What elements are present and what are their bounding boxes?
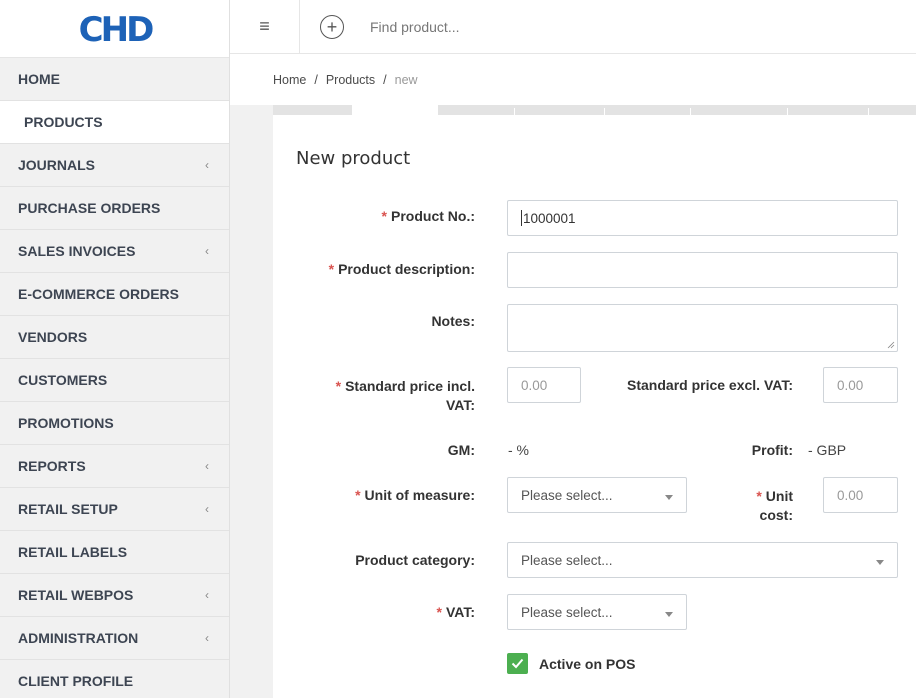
- unit-cost-label: * Unit cost:: [756, 488, 793, 523]
- sidebar-item-label: PURCHASE ORDERS: [18, 200, 161, 216]
- breadcrumb: Home / Products / new: [230, 55, 916, 105]
- notes-textarea[interactable]: [507, 304, 898, 352]
- price-excl-vat-input[interactable]: 0.00: [823, 367, 898, 403]
- chevron-left-icon: ‹: [205, 244, 209, 258]
- sidebar-item-home[interactable]: HOME: [0, 58, 229, 101]
- sidebar-item-label: RETAIL LABELS: [18, 544, 128, 560]
- product-description-input[interactable]: [507, 252, 898, 288]
- chevron-left-icon: ‹: [205, 502, 209, 516]
- breadcrumb-home-link[interactable]: Home: [273, 73, 306, 87]
- tab-divider: [604, 108, 605, 115]
- sidebar-item-promotions[interactable]: PROMOTIONS: [0, 402, 229, 445]
- sidebar-item-label: PROMOTIONS: [18, 415, 114, 431]
- chevron-left-icon: ‹: [205, 631, 209, 645]
- breadcrumb-current: new: [394, 73, 418, 87]
- tab-divider: [787, 108, 788, 115]
- page-title: New product: [296, 148, 411, 169]
- chevron-down-icon: [665, 611, 673, 617]
- logo[interactable]: CHD: [0, 0, 229, 58]
- sidebar-item-administration[interactable]: ADMINISTRATION ‹: [0, 617, 229, 660]
- gm-value: - %: [508, 442, 529, 458]
- sidebar-item-label: RETAIL SETUP: [18, 501, 118, 517]
- chevron-down-icon: [876, 559, 884, 565]
- tab-divider: [690, 108, 691, 115]
- sidebar-item-reports[interactable]: REPORTS ‹: [0, 445, 229, 488]
- sidebar-item-client-profile[interactable]: CLIENT PROFILE: [0, 660, 229, 698]
- chevron-left-icon: ‹: [205, 459, 209, 473]
- sidebar-item-e-commerce-orders[interactable]: E-COMMERCE ORDERS: [0, 273, 229, 316]
- price-excl-vat-label: Standard price excl. VAT:: [627, 377, 793, 393]
- sidebar-item-label: ADMINISTRATION: [18, 630, 139, 646]
- tab-strip: [273, 105, 916, 115]
- menu-toggle-button[interactable]: ≡: [230, 0, 300, 54]
- topbar: ≡ +: [230, 0, 916, 54]
- chevron-down-icon: [665, 494, 673, 500]
- hamburger-icon: ≡: [259, 16, 270, 36]
- text-cursor: [521, 210, 522, 226]
- breadcrumb-separator: /: [383, 73, 387, 87]
- active-on-pos-label: Active on POS: [539, 656, 636, 672]
- sidebar-item-label: RETAIL WEBPOS: [18, 587, 134, 603]
- profit-value: - GBP: [808, 442, 847, 458]
- sidebar-item-label: CLIENT PROFILE: [18, 673, 134, 689]
- sidebar-item-label: HOME: [18, 71, 60, 87]
- notes-label: Notes:: [431, 313, 475, 329]
- svg-text:CHD: CHD: [78, 11, 152, 47]
- sidebar-item-journals[interactable]: JOURNALS ‹: [0, 144, 229, 187]
- price-incl-vat-label: * Standard price incl. VAT:: [335, 378, 475, 413]
- tab-divider: [868, 108, 869, 115]
- unit-of-measure-select[interactable]: Please select...: [507, 477, 687, 513]
- vat-label: * VAT:: [436, 604, 476, 620]
- product-description-label: * Product description:: [328, 261, 475, 277]
- vat-select[interactable]: Please select...: [507, 594, 687, 630]
- sidebar-item-products[interactable]: PRODUCTS: [0, 101, 229, 144]
- sidebar-item-vendors[interactable]: VENDORS: [0, 316, 229, 359]
- breadcrumb-separator: /: [314, 73, 318, 87]
- sidebar: CHD HOME PRODUCTS JOURNALS ‹ PURCHASE ORDERS…: [0, 0, 230, 698]
- unit-cost-input[interactable]: 0.00: [823, 477, 898, 513]
- sidebar-item-sales-invoices[interactable]: SALES INVOICES ‹: [0, 230, 229, 273]
- sidebar-item-label: E-COMMERCE ORDERS: [18, 286, 180, 302]
- product-category-label: Product category:: [355, 552, 475, 568]
- sidebar-nav: HOME PRODUCTS JOURNALS ‹ PURCHASE ORDERS SALE…: [0, 58, 229, 698]
- tab-divider: [514, 108, 515, 115]
- sidebar-item-label: REPORTS: [18, 458, 86, 474]
- gm-label: GM:: [447, 442, 475, 458]
- unit-of-measure-label: * Unit of measure:: [355, 487, 475, 503]
- sidebar-item-retail-webpos[interactable]: RETAIL WEBPOS ‹: [0, 574, 229, 617]
- profit-label: Profit:: [751, 442, 793, 458]
- sidebar-item-purchase-orders[interactable]: PURCHASE ORDERS: [0, 187, 229, 230]
- breadcrumb-products-link[interactable]: Products: [326, 73, 375, 87]
- sidebar-item-retail-setup[interactable]: RETAIL SETUP ‹: [0, 488, 229, 531]
- sidebar-item-label: CUSTOMERS: [18, 372, 108, 388]
- checkmark-icon: [511, 658, 524, 669]
- sidebar-item-label: SALES INVOICES: [18, 243, 136, 259]
- price-incl-vat-input[interactable]: 0.00: [507, 367, 581, 403]
- sidebar-item-customers[interactable]: CUSTOMERS: [0, 359, 229, 402]
- plus-circle-icon: +: [326, 16, 338, 37]
- add-button[interactable]: +: [320, 14, 344, 39]
- sidebar-item-label: JOURNALS: [18, 157, 96, 173]
- resize-grip-icon[interactable]: [887, 341, 895, 349]
- sidebar-item-label: PRODUCTS: [24, 114, 103, 130]
- active-on-pos-checkbox[interactable]: [507, 653, 528, 674]
- logo-icon: CHD: [78, 11, 155, 47]
- chevron-left-icon: ‹: [205, 588, 209, 602]
- search-input[interactable]: [370, 18, 670, 35]
- tab-active[interactable]: [352, 105, 438, 115]
- sidebar-item-retail-labels[interactable]: RETAIL LABELS: [0, 531, 229, 574]
- product-no-label: * Product No.:: [381, 208, 475, 224]
- chevron-left-icon: ‹: [205, 158, 209, 172]
- sidebar-item-label: VENDORS: [18, 329, 88, 345]
- product-category-select[interactable]: Please select...: [507, 542, 898, 578]
- product-no-input[interactable]: 1000001: [507, 200, 898, 236]
